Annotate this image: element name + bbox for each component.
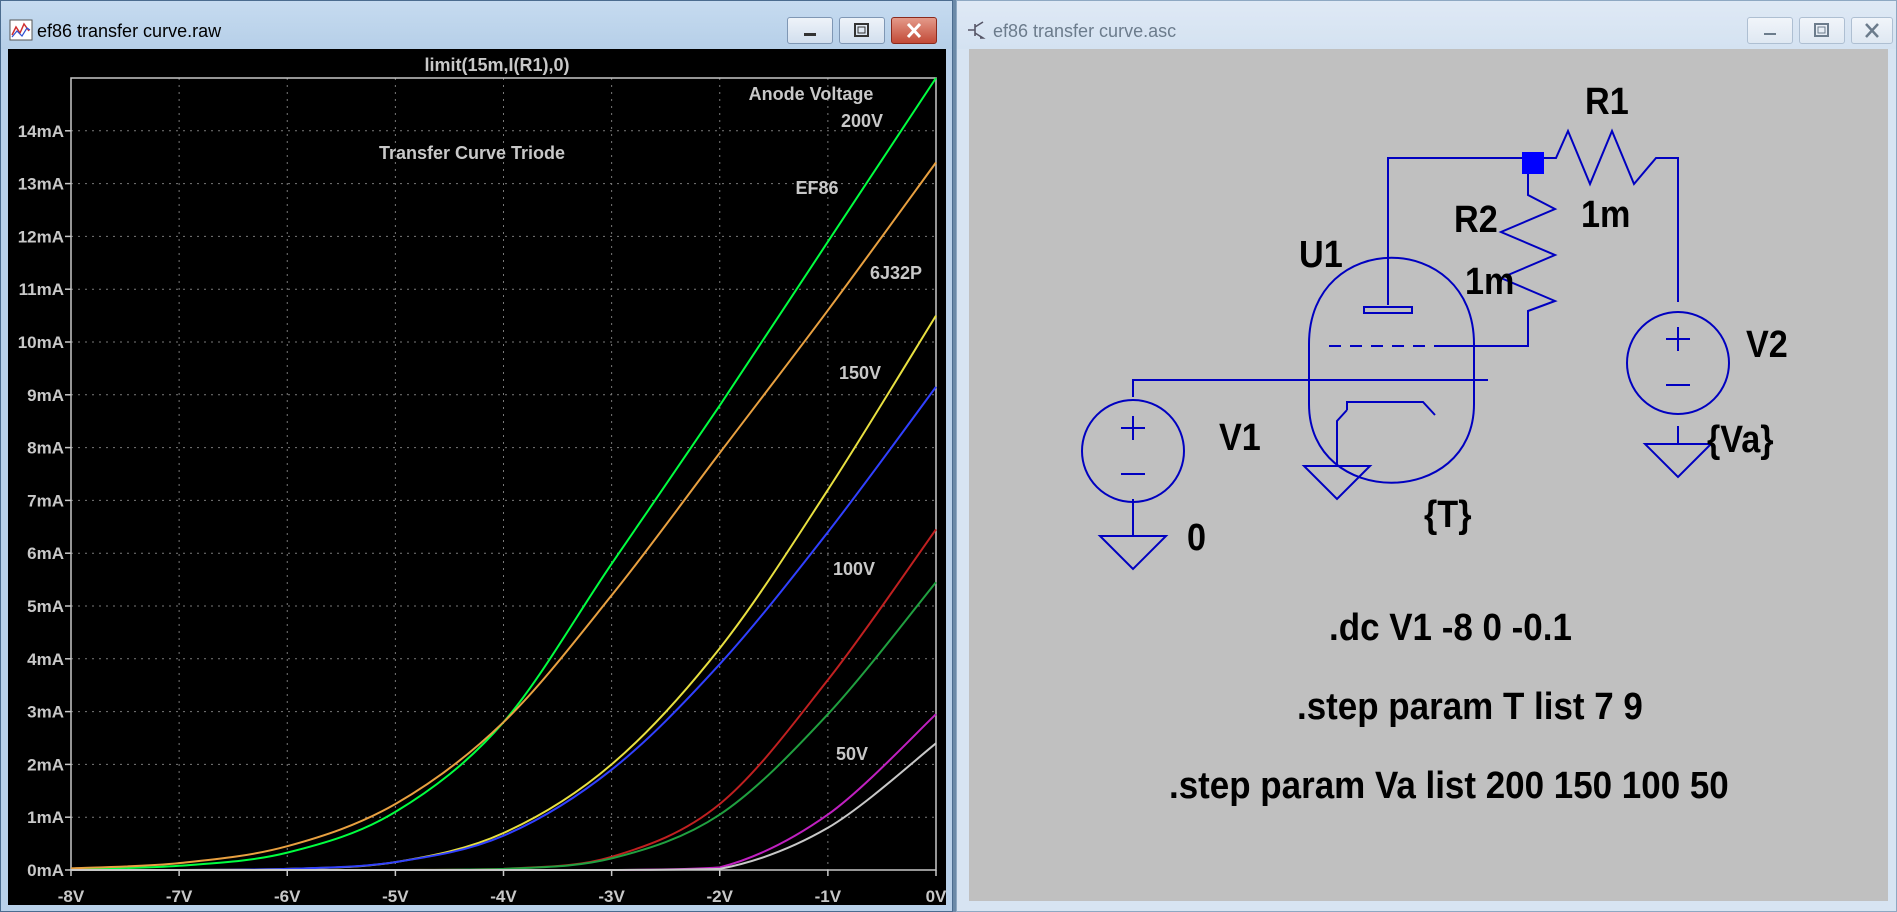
y-tick-label: 2mA [27,755,64,774]
minimize-icon [804,33,816,36]
trace-expression-label[interactable]: limit(15m,I(R1),0) [424,55,569,75]
v1-value[interactable]: 0 [1187,517,1206,560]
v2-label[interactable]: V2 [1746,324,1788,367]
x-tick-label: -1V [815,887,842,906]
x-tick-label: -4V [490,887,517,906]
dc-directive[interactable]: .dc V1 -8 0 -0.1 [1329,607,1572,650]
minimize-icon [1764,33,1776,35]
step-va-directive[interactable]: .step param Va list 200 150 100 50 [1169,765,1729,808]
schematic-pane[interactable]: R1 1m R2 1m U1 {T} V1 0 V2 {Va} .dc V1 -… [969,49,1888,901]
r2-label[interactable]: R2 [1454,199,1498,242]
close-button[interactable] [1851,17,1893,44]
6j32p-label: 6J32P [870,263,922,283]
y-tick-label: 4mA [27,650,64,669]
close-icon [1865,23,1879,38]
close-button[interactable] [891,17,937,44]
y-tick-label: 3mA [27,703,64,722]
y-tick-label: 7mA [27,491,64,510]
x-tick-label: -3V [598,887,625,906]
r2-resistor [1442,170,1558,347]
source-v1-symbol[interactable] [1081,399,1185,571]
window-title: ef86 transfer curve.raw [37,21,222,41]
y-tick-label: 5mA [27,597,64,616]
maximize-icon [1814,23,1829,37]
label-200v: 200V [841,111,883,131]
transfer-curve-label: Transfer Curve Triode [379,143,565,163]
x-tick-label: 0V [926,887,947,906]
x-tick-label: -5V [382,887,409,906]
y-tick-label: 12mA [18,227,64,246]
ef86-label: EF86 [795,178,838,198]
minimize-button[interactable] [787,17,833,44]
close-icon [906,22,922,39]
maximize-button[interactable] [1799,17,1845,44]
schematic-wires[interactable] [1132,128,1679,536]
r2-value[interactable]: 1m [1465,261,1514,304]
schematic-titlebar[interactable]: ef86 transfer curve.asc [957,1,1896,49]
r1-value[interactable]: 1m [1581,194,1630,237]
y-tick-label: 11mA [19,280,64,299]
plot-axes: -8V -7V -6V -5V -4V -3V -2V -1V 0V 0mA 1mA 2mA 3mA 4m… [18,77,947,906]
y-tick-label: 8mA [27,439,64,458]
label-150v: 150V [839,363,881,383]
y-tick-label: 10mA [18,333,64,352]
v2-value[interactable]: {Va} [1707,419,1774,462]
waveform-window[interactable]: ef86 transfer curve.raw limit(15m,I(R1),… [0,0,953,912]
v1-label[interactable]: V1 [1219,417,1261,460]
u1-label[interactable]: U1 [1299,234,1343,277]
y-tick-label: 14mA [18,122,64,141]
minimize-button[interactable] [1747,17,1793,44]
tube-u1-symbol[interactable] [1308,256,1475,484]
series-line-4[interactable] [71,386,937,871]
label-100v: 100V [833,559,875,579]
plot-canvas[interactable]: limit(15m,I(R1),0) -8V -7V -6V -5V -4V -3V -2V… [8,49,948,907]
u1-value[interactable]: {T} [1424,494,1472,537]
x-tick-label: -8V [58,887,85,906]
series-line-5[interactable] [71,528,937,871]
plot-pane[interactable]: limit(15m,I(R1),0) -8V -7V -6V -5V -4V -3V -2V… [8,49,948,907]
x-tick-label: -7V [166,887,193,906]
schematic-window[interactable]: ef86 transfer curve.asc R1 1m R2 1m U1 {… [956,0,1897,912]
cathode-wire [1336,409,1348,466]
waveform-icon [9,19,33,41]
x-tick-label: -6V [274,887,301,906]
transistor-icon [968,21,986,39]
r1-label[interactable]: R1 [1585,81,1629,124]
waveform-titlebar[interactable]: ef86 transfer curve.raw [1,1,952,49]
y-tick-label: 9mA [27,386,64,405]
maximize-button[interactable] [839,17,885,44]
y-tick-label: 6mA [27,544,64,563]
label-50v: 50V [836,744,868,764]
maximize-icon [854,23,869,37]
y-tick-label: 1mA [27,808,64,827]
wire-junction[interactable] [1522,152,1544,174]
x-tick-label: -2V [707,887,734,906]
window-title: ef86 transfer curve.asc [993,21,1177,41]
cathode-ground-symbol [1301,465,1373,501]
y-tick-label: 13mA [18,175,64,194]
anode-voltage-label: Anode Voltage [749,84,874,104]
step-t-directive[interactable]: .step param T list 7 9 [1297,686,1643,729]
y-tick-label: 0mA [27,861,64,880]
grid-wire [1132,379,1488,397]
